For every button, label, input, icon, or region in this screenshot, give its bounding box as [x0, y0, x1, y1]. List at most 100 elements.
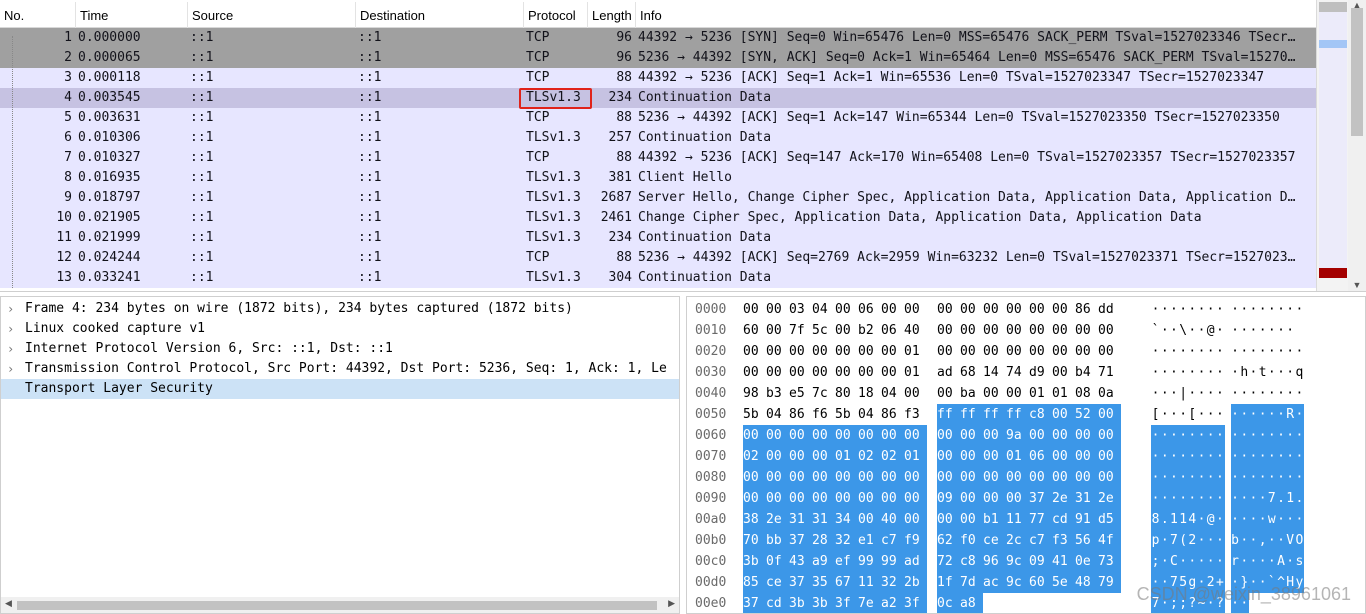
ascii-char[interactable]: ·: [1231, 383, 1240, 404]
ascii-char[interactable]: ·: [1258, 404, 1268, 425]
hex-byte[interactable]: 00: [789, 362, 812, 383]
bytes-row[interactable]: 0040 98 b3 e5 7c 80 18 04 00 00 ba 00 00 01 01 08 0a ···|…: [687, 383, 1365, 404]
hex-byte[interactable]: 00: [835, 362, 858, 383]
hex-byte[interactable]: 80: [835, 383, 858, 404]
hex-byte[interactable]: 00: [881, 362, 904, 383]
hex-byte[interactable]: 00: [858, 425, 881, 446]
packet-list-pane[interactable]: No. Time Source Destination Protocol Len…: [0, 0, 1366, 292]
ascii-char[interactable]: ·: [1206, 404, 1215, 425]
ascii-char[interactable]: ·: [1215, 341, 1224, 362]
ascii-char[interactable]: q: [1295, 362, 1304, 383]
hex-byte[interactable]: 00: [789, 446, 812, 467]
hex-byte[interactable]: 00: [766, 467, 789, 488]
hex-byte[interactable]: 56: [1075, 530, 1098, 551]
ascii-char[interactable]: ·: [1215, 551, 1225, 572]
hex-byte[interactable]: f3: [904, 404, 927, 425]
ascii-char[interactable]: ·: [1239, 530, 1249, 551]
ascii-char[interactable]: ·: [1197, 404, 1206, 425]
ascii-char[interactable]: ·: [1151, 425, 1161, 446]
hex-byte[interactable]: 00: [1029, 341, 1052, 362]
ascii-char[interactable]: ·: [1206, 530, 1216, 551]
packet-row[interactable]: 3 0.000118::1::1 TCP 88 44392 → 5236 [ACK] S…: [0, 68, 1316, 88]
ascii-char[interactable]: ·: [1294, 509, 1304, 530]
ascii-char[interactable]: 8: [1151, 509, 1161, 530]
ascii-char[interactable]: ·: [1197, 383, 1206, 404]
hex-byte[interactable]: 00: [1098, 341, 1121, 362]
ascii-char[interactable]: ·: [1188, 383, 1197, 404]
ascii-char[interactable]: ·: [1178, 551, 1188, 572]
hex-byte[interactable]: 00: [835, 425, 858, 446]
ascii-char[interactable]: .: [1276, 488, 1286, 509]
hex-byte[interactable]: 37: [1029, 488, 1052, 509]
hex-byte[interactable]: e5: [789, 383, 812, 404]
hex-byte[interactable]: 71: [1098, 362, 1121, 383]
ascii-char[interactable]: ·: [1160, 383, 1169, 404]
ascii-char[interactable]: ·: [1230, 446, 1240, 467]
hex-byte[interactable]: 11: [858, 572, 881, 593]
scrollbar-thumb[interactable]: [1351, 8, 1363, 136]
ascii-char[interactable]: ·: [1215, 320, 1224, 341]
hex-byte[interactable]: 00: [766, 320, 789, 341]
ascii-char[interactable]: ·: [1197, 341, 1206, 362]
hex-byte[interactable]: 86: [1075, 299, 1098, 320]
hex-byte[interactable]: 37: [743, 593, 766, 613]
hex-byte[interactable]: 98: [743, 383, 766, 404]
hex-byte[interactable]: 00: [1006, 467, 1029, 488]
hex-byte[interactable]: ac: [983, 572, 1006, 593]
ascii-char[interactable]: ·: [1249, 383, 1258, 404]
ascii-char[interactable]: ·: [1248, 551, 1259, 572]
ascii-char[interactable]: ·: [1206, 341, 1215, 362]
hex-byte[interactable]: d9: [1029, 362, 1052, 383]
hex-byte[interactable]: 72: [937, 551, 960, 572]
ascii-char[interactable]: 7: [1267, 488, 1277, 509]
ascii-char[interactable]: ·: [1215, 362, 1224, 383]
ascii-char[interactable]: ·: [1196, 551, 1207, 572]
hex-byte[interactable]: 00: [960, 467, 983, 488]
ascii-char[interactable]: ·: [1169, 341, 1178, 362]
hex-byte[interactable]: 00: [937, 467, 960, 488]
hex-byte[interactable]: 00: [766, 446, 789, 467]
ascii-char[interactable]: ·: [1239, 488, 1249, 509]
ascii-char[interactable]: ·: [1267, 341, 1276, 362]
ascii-char[interactable]: ·: [1178, 446, 1188, 467]
scrollbar-thumb[interactable]: [17, 601, 657, 610]
hex-byte[interactable]: 00: [983, 320, 1006, 341]
hex-byte[interactable]: 00: [983, 446, 1006, 467]
ascii-char[interactable]: ·: [1286, 383, 1295, 404]
packet-row[interactable]: 4 0.003545::1::1 TLSv1.3 234 Continuation Da…: [0, 88, 1316, 108]
hex-byte[interactable]: 00: [960, 488, 983, 509]
ascii-char[interactable]: \: [1179, 320, 1188, 341]
hex-byte[interactable]: 31: [812, 509, 835, 530]
hex-byte[interactable]: 1f: [937, 572, 960, 593]
bytes-row[interactable]: 00c0 3b 0f 43 a9 ef 99 99 ad 72 c8 96 9c 09 41 0e 73 ;·C·…: [687, 551, 1365, 572]
hex-byte[interactable]: 04: [858, 404, 881, 425]
ascii-char[interactable]: ·: [1286, 299, 1295, 320]
hex-byte[interactable]: 00: [1029, 320, 1052, 341]
ascii-char[interactable]: ·: [1169, 425, 1179, 446]
ascii-char[interactable]: ·: [1151, 383, 1160, 404]
hex-byte[interactable]: 0c: [937, 593, 960, 613]
ascii-char[interactable]: ·: [1248, 467, 1259, 488]
hex-byte[interactable]: 00: [1052, 320, 1075, 341]
hex-byte[interactable]: 00: [881, 467, 904, 488]
ascii-char[interactable]: ·: [1169, 404, 1178, 425]
ascii-char[interactable]: ·: [1206, 488, 1216, 509]
ascii-char[interactable]: ·: [1258, 299, 1267, 320]
hex-byte[interactable]: 00: [789, 425, 812, 446]
ascii-char[interactable]: ·: [1276, 299, 1285, 320]
ascii-char[interactable]: O: [1294, 530, 1304, 551]
hex-byte[interactable]: c7: [881, 530, 904, 551]
bytes-row[interactable]: 0070 02 00 00 00 01 02 02 01 00 00 00 01 06 00 00 00 ····…: [687, 446, 1365, 467]
hex-byte[interactable]: 00: [789, 488, 812, 509]
hex-byte[interactable]: b4: [1075, 362, 1098, 383]
ascii-char[interactable]: ·: [1179, 362, 1188, 383]
hex-byte[interactable]: 37: [789, 530, 812, 551]
hex-byte[interactable]: 00: [1052, 404, 1075, 425]
hex-byte[interactable]: 5b: [835, 404, 858, 425]
hex-byte[interactable]: c7: [1029, 530, 1052, 551]
ascii-char[interactable]: ·: [1206, 299, 1215, 320]
ascii-char[interactable]: ·: [1206, 383, 1215, 404]
ascii-char[interactable]: ·: [1196, 509, 1207, 530]
ascii-char[interactable]: ·: [1276, 383, 1285, 404]
hex-byte[interactable]: 67: [835, 572, 858, 593]
